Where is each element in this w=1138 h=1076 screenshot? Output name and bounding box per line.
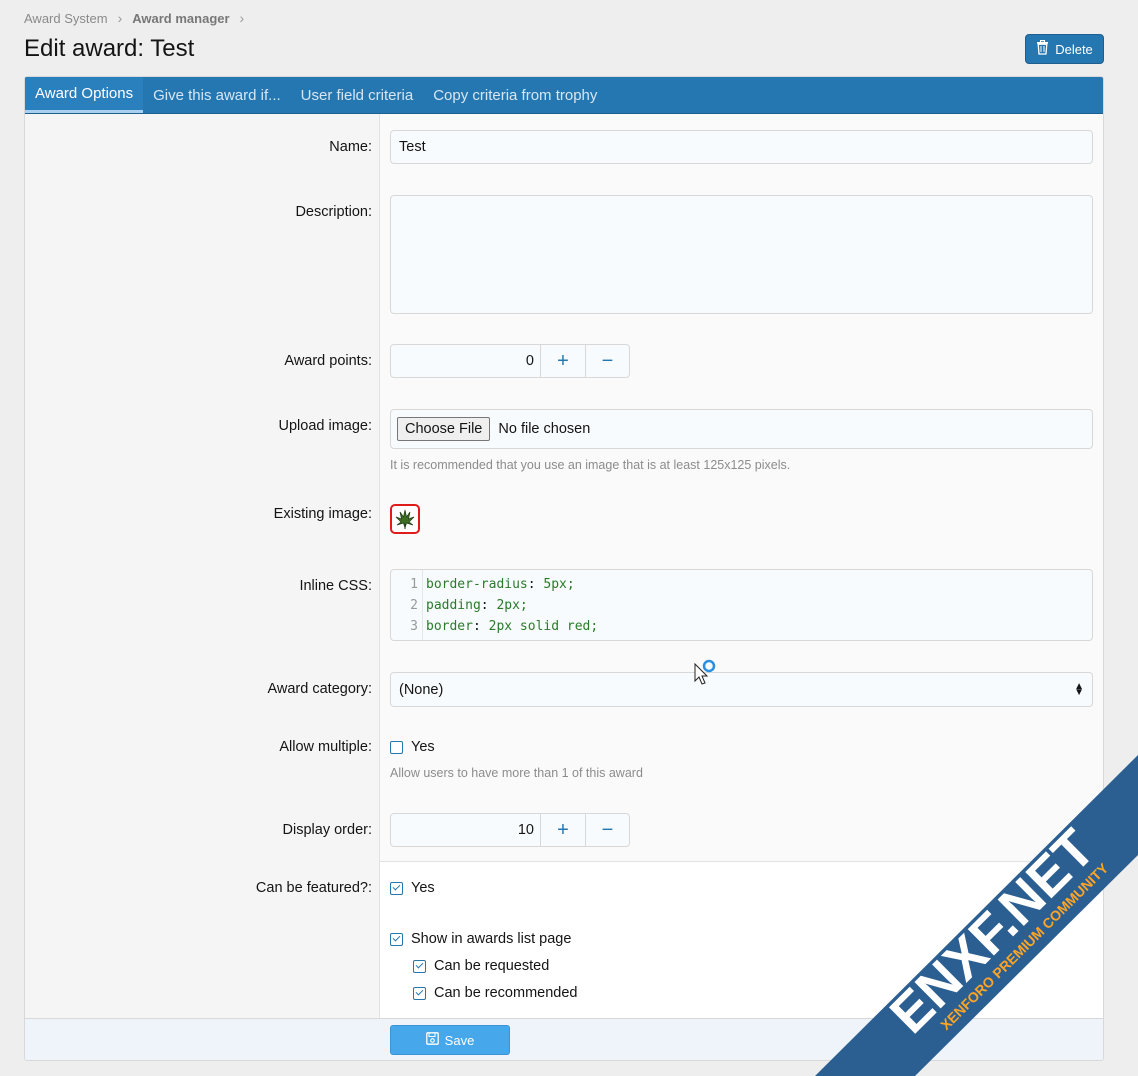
edit-award-panel: Award Options Give this award if... User… (24, 76, 1104, 1061)
allow-multiple-option[interactable]: Yes (390, 739, 435, 755)
trash-icon (1036, 40, 1049, 58)
choose-file-button[interactable]: Choose File (397, 417, 491, 441)
minus-icon[interactable]: − (585, 814, 629, 846)
can-be-recommended-option-label: Can be recommended (434, 985, 578, 1001)
existing-award-image (390, 504, 420, 534)
can-be-requested-option-label: Can be requested (434, 958, 550, 974)
upload-hint: It is recommended that you use an image … (390, 458, 791, 472)
delete-button-label: Delete (1055, 41, 1093, 57)
css-property: padding (426, 598, 481, 613)
show-in-list-option-label: Show in awards list page (411, 931, 572, 947)
description-label: Description: (295, 204, 372, 220)
can-be-recommended-checkbox[interactable] (413, 986, 426, 1000)
display-order-input[interactable]: 10 (391, 814, 541, 846)
code-lines: border-radius: 5px; padding: 2px; border… (423, 570, 598, 640)
award-category-value: (None) (399, 681, 444, 698)
upload-image-input: Choose File No file chosen (390, 409, 1093, 449)
save-button[interactable]: Save (390, 1025, 510, 1055)
can-be-featured-option-label: Yes (411, 880, 435, 896)
can-be-requested-option[interactable]: Can be requested (413, 958, 549, 974)
css-value: 2px; (496, 598, 528, 613)
floppy-disk-icon (425, 1032, 439, 1048)
code-line: padding: 2px; (426, 598, 528, 613)
award-category-label: Award category: (267, 681, 372, 697)
css-property: border-radius (426, 577, 528, 592)
breadcrumb-separator: › (239, 10, 245, 26)
award-points-label: Award points: (284, 353, 372, 369)
can-be-recommended-option[interactable]: Can be recommended (413, 985, 577, 1001)
plus-icon[interactable]: + (541, 814, 585, 846)
select-arrows-icon: ▲ ▼ (1074, 680, 1084, 698)
description-textarea[interactable] (390, 195, 1093, 314)
leaf-icon (395, 509, 415, 530)
no-file-text: No file chosen (498, 421, 591, 437)
can-be-featured-option[interactable]: Yes (390, 880, 435, 896)
form-area: Name: Test Description: Award points: 0 … (25, 114, 1103, 1018)
code-line: border: 2px solid red; (426, 619, 599, 634)
existing-image-label: Existing image: (273, 506, 372, 522)
breadcrumb-separator: › (117, 10, 123, 26)
page-title: Edit award: Test (24, 35, 195, 62)
inline-css-label: Inline CSS: (299, 578, 372, 594)
can-be-featured-checkbox[interactable] (390, 881, 403, 895)
can-be-featured-label: Can be featured?: (255, 880, 372, 896)
breadcrumb-award-system[interactable]: Award System (24, 11, 108, 26)
css-property: border (426, 619, 473, 634)
tab-bar: Award Options Give this award if... User… (25, 77, 1103, 114)
mouse-cursor-icon (694, 659, 720, 692)
award-points-stepper: 0 + − (390, 344, 630, 378)
award-category-select[interactable]: (None) ▲ ▼ (390, 672, 1093, 707)
name-input[interactable]: Test (390, 130, 1093, 164)
can-be-requested-checkbox[interactable] (413, 959, 426, 973)
allow-multiple-label: Allow multiple: (279, 739, 372, 755)
tab-award-options[interactable]: Award Options (25, 77, 144, 113)
breadcrumb: Award System › Award manager › (24, 10, 254, 26)
display-order-label: Display order: (282, 822, 372, 838)
css-value: 2px solid red; (488, 619, 599, 634)
line-numbers: 1 2 3 (391, 570, 423, 640)
upload-image-label: Upload image: (278, 418, 373, 434)
show-in-list-checkbox[interactable] (390, 932, 403, 946)
css-value: 5px; (543, 577, 575, 592)
show-in-list-option[interactable]: Show in awards list page (390, 931, 571, 947)
name-label: Name: (329, 139, 372, 155)
delete-button[interactable]: Delete (1025, 34, 1104, 64)
save-button-label: Save (444, 1032, 475, 1048)
tab-copy-criteria[interactable]: Copy criteria from trophy (423, 77, 607, 113)
award-points-input[interactable]: 0 (391, 345, 541, 377)
breadcrumb-award-manager[interactable]: Award manager (132, 11, 229, 26)
inline-css-editor[interactable]: 1 2 3 border-radius: 5px; padding: 2px; … (390, 569, 1093, 641)
line-number: 1 (410, 577, 418, 592)
plus-icon[interactable]: + (541, 345, 585, 377)
line-number: 3 (410, 619, 418, 634)
line-number: 2 (410, 598, 418, 613)
tab-give-award-if[interactable]: Give this award if... (143, 77, 291, 113)
tab-user-field-criteria[interactable]: User field criteria (291, 77, 424, 113)
allow-multiple-hint: Allow users to have more than 1 of this … (390, 766, 643, 780)
code-line: border-radius: 5px; (426, 577, 575, 592)
display-order-stepper: 10 + − (390, 813, 630, 847)
allow-multiple-checkbox[interactable] (390, 740, 403, 754)
minus-icon[interactable]: − (585, 345, 629, 377)
allow-multiple-option-label: Yes (411, 739, 435, 755)
form-submit-row: Save (25, 1018, 1103, 1060)
